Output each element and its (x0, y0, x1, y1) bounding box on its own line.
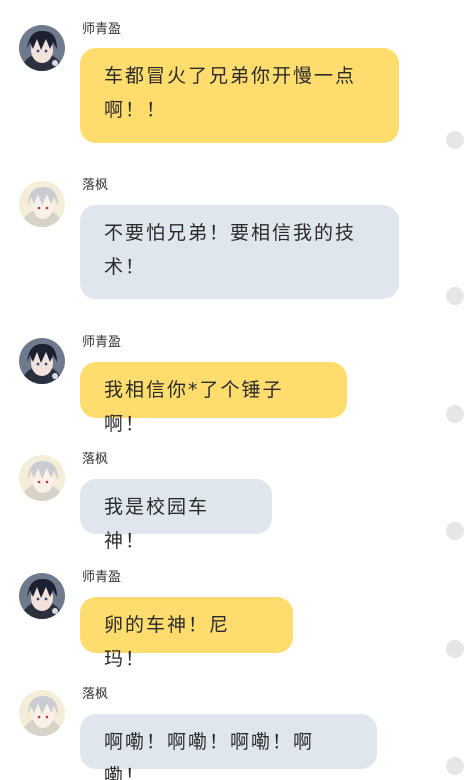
dark-hair-avatar-icon (19, 25, 65, 71)
avatar-silver-hair[interactable] (19, 455, 65, 501)
status-dot-icon (446, 405, 464, 423)
silver-hair-avatar-icon (19, 181, 65, 227)
sender-name: 落枫 (82, 452, 109, 467)
message-bubble[interactable]: 我相信你*了个锤子啊！ (80, 362, 347, 435)
sender-name: 师青盈 (82, 22, 122, 37)
sender-name: 落枫 (82, 687, 109, 702)
dark-hair-avatar-icon (19, 573, 65, 619)
status-dot-icon (446, 131, 464, 149)
silver-hair-avatar-icon (19, 690, 65, 736)
message-bubble[interactable]: 卵的车神！尼玛！ (80, 597, 293, 670)
status-dot-icon (446, 522, 464, 540)
status-dot-icon (446, 287, 464, 305)
dark-hair-avatar-icon (19, 338, 65, 384)
status-dot-icon (446, 757, 464, 775)
avatar-dark-hair[interactable] (19, 573, 65, 619)
silver-hair-avatar-icon (19, 455, 65, 501)
message-bubble[interactable]: 不要怕兄弟！要相信我的技术！ (80, 205, 399, 299)
avatar-dark-hair[interactable] (19, 25, 65, 71)
chat-thread: 师青盈 车都冒火了兄弟你开慢一点啊！！ 落枫 不要怕兄弟！要相信我的技术！ 师青… (0, 0, 469, 780)
message-bubble[interactable]: 啊嘞！啊嘞！啊嘞！啊嘞！ (80, 714, 377, 780)
avatar-dark-hair[interactable] (19, 338, 65, 384)
status-dot-icon (446, 640, 464, 658)
message-bubble[interactable]: 我是校园车神！ (80, 479, 272, 552)
sender-name: 师青盈 (82, 335, 122, 350)
sender-name: 师青盈 (82, 570, 122, 585)
avatar-silver-hair[interactable] (19, 690, 65, 736)
message-bubble[interactable]: 车都冒火了兄弟你开慢一点啊！！ (80, 48, 399, 143)
avatar-silver-hair[interactable] (19, 181, 65, 227)
sender-name: 落枫 (82, 178, 109, 193)
